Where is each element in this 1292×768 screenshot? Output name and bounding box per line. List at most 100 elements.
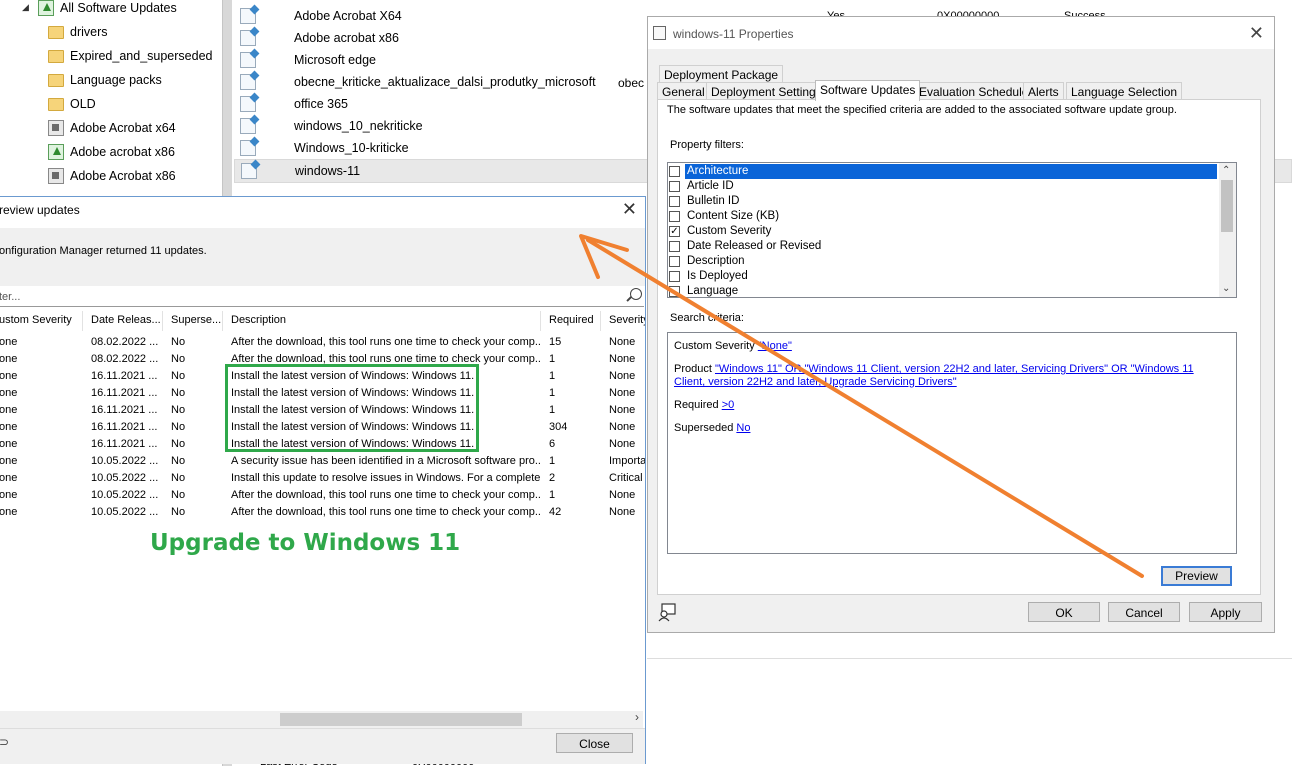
dialog-title: review updates xyxy=(0,203,80,217)
tree-item-all-software-updates[interactable]: All Software Updates xyxy=(38,0,177,19)
filter-item[interactable]: Article ID xyxy=(669,179,736,194)
filter-item[interactable]: ✓ Custom Severity xyxy=(669,224,773,239)
scrollbar-thumb[interactable] xyxy=(1221,180,1233,232)
table-cell: None xyxy=(609,353,636,365)
tab-software-updates[interactable]: Software Updates xyxy=(815,80,921,101)
filter-checkbox[interactable] xyxy=(669,286,680,297)
list-item[interactable]: Microsoft edge xyxy=(240,49,376,71)
criteria-link[interactable]: "None" xyxy=(758,340,792,352)
horizontal-scrollbar[interactable]: › xyxy=(0,710,643,728)
criteria-required: Required >0 xyxy=(674,399,734,412)
filter-input[interactable]: ter... xyxy=(0,288,644,307)
filter-checkbox[interactable] xyxy=(669,196,680,207)
close-icon[interactable]: ✕ xyxy=(1249,23,1264,44)
filter-item[interactable]: Date Released or Revised xyxy=(669,239,823,254)
table-cell: No xyxy=(171,438,186,450)
chevron-down-icon[interactable]: ⌄ xyxy=(1222,283,1230,294)
filter-item[interactable]: Is Deployed xyxy=(669,269,750,284)
table-cell: No xyxy=(171,404,186,416)
criteria-superseded: Superseded No xyxy=(674,422,750,435)
table-cell: one xyxy=(0,455,18,467)
table-cell: 1 xyxy=(549,370,556,382)
close-button[interactable]: Close xyxy=(556,733,633,753)
list-item[interactable]: obecne_kriticke_aktualizace_dalsi_produt… xyxy=(240,71,596,93)
vertical-scrollbar[interactable]: ⌃ ⌄ xyxy=(1219,163,1236,297)
filter-item[interactable]: Description xyxy=(669,254,747,269)
criteria-label: Product xyxy=(674,363,712,375)
filter-checkbox[interactable] xyxy=(669,241,680,252)
table-cell: 2 xyxy=(549,472,556,484)
filter-label: Description xyxy=(687,255,745,267)
table-cell: None xyxy=(609,404,636,416)
criteria-label: Superseded xyxy=(674,422,734,434)
table-cell: None xyxy=(609,506,636,518)
filter-item[interactable]: Architecture xyxy=(669,164,1217,179)
list-item[interactable]: Windows_10-kriticke xyxy=(240,137,409,159)
table-cell: 16.11.2021 ... xyxy=(91,421,158,433)
close-icon[interactable]: ✕ xyxy=(622,199,637,220)
table-cell: None xyxy=(609,421,636,433)
search-icon[interactable] xyxy=(630,288,642,300)
table-cell: Install this update to resolve issues in… xyxy=(231,472,541,484)
filter-checkbox[interactable]: ✓ xyxy=(669,226,680,237)
scrollbar-thumb[interactable] xyxy=(280,713,522,726)
list-item[interactable]: office 365 xyxy=(240,93,348,115)
list-item[interactable]: Adobe acrobat x86 xyxy=(240,27,399,49)
column-header-description[interactable]: Description xyxy=(227,311,541,331)
column-header-severity[interactable]: Severity xyxy=(605,311,645,331)
filter-label: Is Deployed xyxy=(687,270,748,282)
help-icon[interactable] xyxy=(658,602,676,622)
chevron-right-icon[interactable]: › xyxy=(635,710,639,724)
table-cell: one xyxy=(0,472,18,484)
filter-item[interactable]: Content Size (KB) xyxy=(669,209,781,224)
filter-label: Content Size (KB) xyxy=(687,210,780,222)
update-group-icon xyxy=(240,8,256,24)
list-item[interactable]: windows_10_nekriticke xyxy=(240,115,423,137)
tree-item-adobe-x86-package[interactable]: Adobe Acrobat x86 xyxy=(48,165,176,187)
criteria-link[interactable]: "Windows 11" OR "Windows 11 Client, vers… xyxy=(715,363,1194,375)
tree-item-adobe-x64[interactable]: Adobe Acrobat x64 xyxy=(48,117,176,139)
table-cell: None xyxy=(609,336,636,348)
table-cell: Critical xyxy=(609,472,643,484)
criteria-custom-severity: Custom Severity "None" xyxy=(674,340,792,353)
chevron-up-icon[interactable]: ⌃ xyxy=(1222,165,1230,176)
filter-checkbox[interactable] xyxy=(669,166,680,177)
tree-item-old[interactable]: OLD xyxy=(48,93,96,115)
table-cell: After the download, this tool runs one t… xyxy=(231,489,541,501)
table-cell: 304 xyxy=(549,421,568,433)
result-count-text: onfiguration Manager returned 11 updates… xyxy=(0,245,207,257)
table-cell: 1 xyxy=(549,353,556,365)
preview-button[interactable]: Preview xyxy=(1161,566,1232,586)
filter-checkbox[interactable] xyxy=(669,271,680,282)
tree-item-expired[interactable]: Expired_and_superseded xyxy=(48,45,212,67)
update-group-icon xyxy=(240,30,256,46)
filter-item[interactable]: Bulletin ID xyxy=(669,194,741,209)
list-item-label: Adobe acrobat x86 xyxy=(294,31,399,45)
apply-button[interactable]: Apply xyxy=(1189,602,1262,622)
ok-button[interactable]: OK xyxy=(1028,602,1100,622)
cancel-button[interactable]: Cancel xyxy=(1108,602,1180,622)
property-filters-list: Architecture Article ID Bulletin ID Content… xyxy=(667,162,1237,298)
criteria-link[interactable]: Client, version 22H2 and later, Upgrade … xyxy=(674,376,957,388)
column-header-required[interactable]: Required xyxy=(545,311,601,331)
filter-item[interactable]: Language xyxy=(669,284,740,297)
table-cell: 10.05.2022 ... xyxy=(91,506,159,518)
tree-expander[interactable]: ◢ xyxy=(22,2,29,13)
filter-checkbox[interactable] xyxy=(669,181,680,192)
folder-icon xyxy=(48,73,64,87)
criteria-link[interactable]: >0 xyxy=(722,399,735,411)
criteria-label: Custom Severity xyxy=(674,340,755,352)
window-icon xyxy=(653,26,666,40)
tree-item-drivers[interactable]: drivers xyxy=(48,21,108,43)
tree-item-adobe-x86-group[interactable]: Adobe acrobat x86 xyxy=(48,141,175,163)
filter-checkbox[interactable] xyxy=(669,256,680,267)
list-item[interactable]: Adobe Acrobat X64 xyxy=(240,5,402,27)
column-header-custom-severity[interactable]: ustom Severity xyxy=(0,311,83,331)
column-header-date-released[interactable]: Date Releas... xyxy=(87,311,163,331)
tree-item-language-packs[interactable]: Language packs xyxy=(48,69,162,91)
table-cell: No xyxy=(171,421,186,433)
filter-checkbox[interactable] xyxy=(669,211,680,222)
column-header-superseded[interactable]: Superse... xyxy=(167,311,223,331)
criteria-link[interactable]: No xyxy=(736,422,750,434)
table-cell: None xyxy=(609,438,636,450)
